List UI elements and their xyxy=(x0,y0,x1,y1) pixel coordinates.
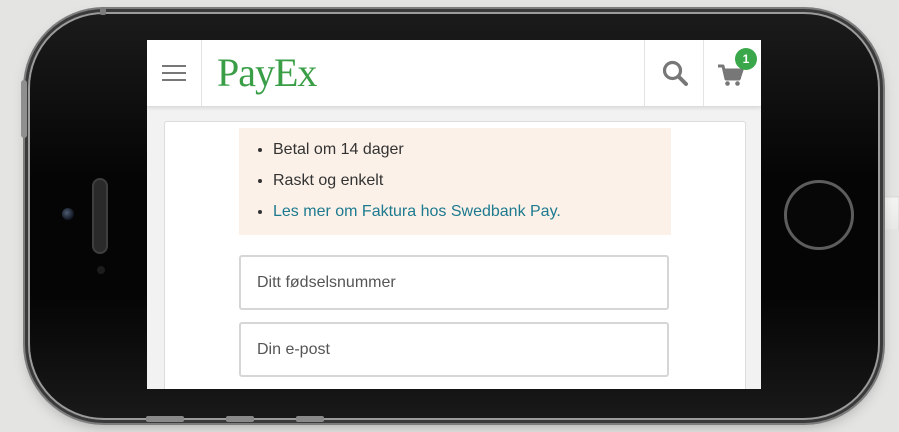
search-button[interactable] xyxy=(644,40,704,106)
phone-top-button xyxy=(100,7,106,15)
payex-logo[interactable]: PayEx xyxy=(217,48,317,98)
phone-volume-button xyxy=(296,416,324,422)
hamburger-menu-icon[interactable] xyxy=(147,40,202,106)
site-header: PayEx 1 xyxy=(147,40,761,107)
list-item: Raskt og enkelt xyxy=(273,170,671,201)
phone-power-button xyxy=(21,80,27,138)
email-input[interactable] xyxy=(239,322,669,377)
phone-volume-button xyxy=(146,416,184,422)
phone-volume-button xyxy=(226,416,254,422)
invoice-benefits-list: Betal om 14 dager Raskt og enkelt Les me… xyxy=(239,128,671,232)
search-icon xyxy=(662,60,688,86)
checkout-card: Betal om 14 dager Raskt og enkelt Les me… xyxy=(164,121,746,389)
phone-camera xyxy=(62,208,74,220)
cart-count-badge: 1 xyxy=(735,48,757,70)
cart-button[interactable]: 1 xyxy=(703,40,761,106)
phone-sensor xyxy=(97,266,105,274)
invoice-info-box: Betal om 14 dager Raskt og enkelt Les me… xyxy=(239,128,671,235)
ssn-input[interactable] xyxy=(239,255,669,310)
phone-home-button[interactable] xyxy=(784,180,854,250)
phone-speaker xyxy=(92,178,108,254)
read-more-invoice-link[interactable]: Les mer om Faktura hos Swedbank Pay. xyxy=(273,203,561,220)
phone-screen: PayEx 1 Betal om 14 dager Raskt og enkel… xyxy=(147,40,761,389)
list-item: Betal om 14 dager xyxy=(273,139,671,170)
list-item: Les mer om Faktura hos Swedbank Pay. xyxy=(273,201,671,232)
charging-cable xyxy=(875,196,899,230)
